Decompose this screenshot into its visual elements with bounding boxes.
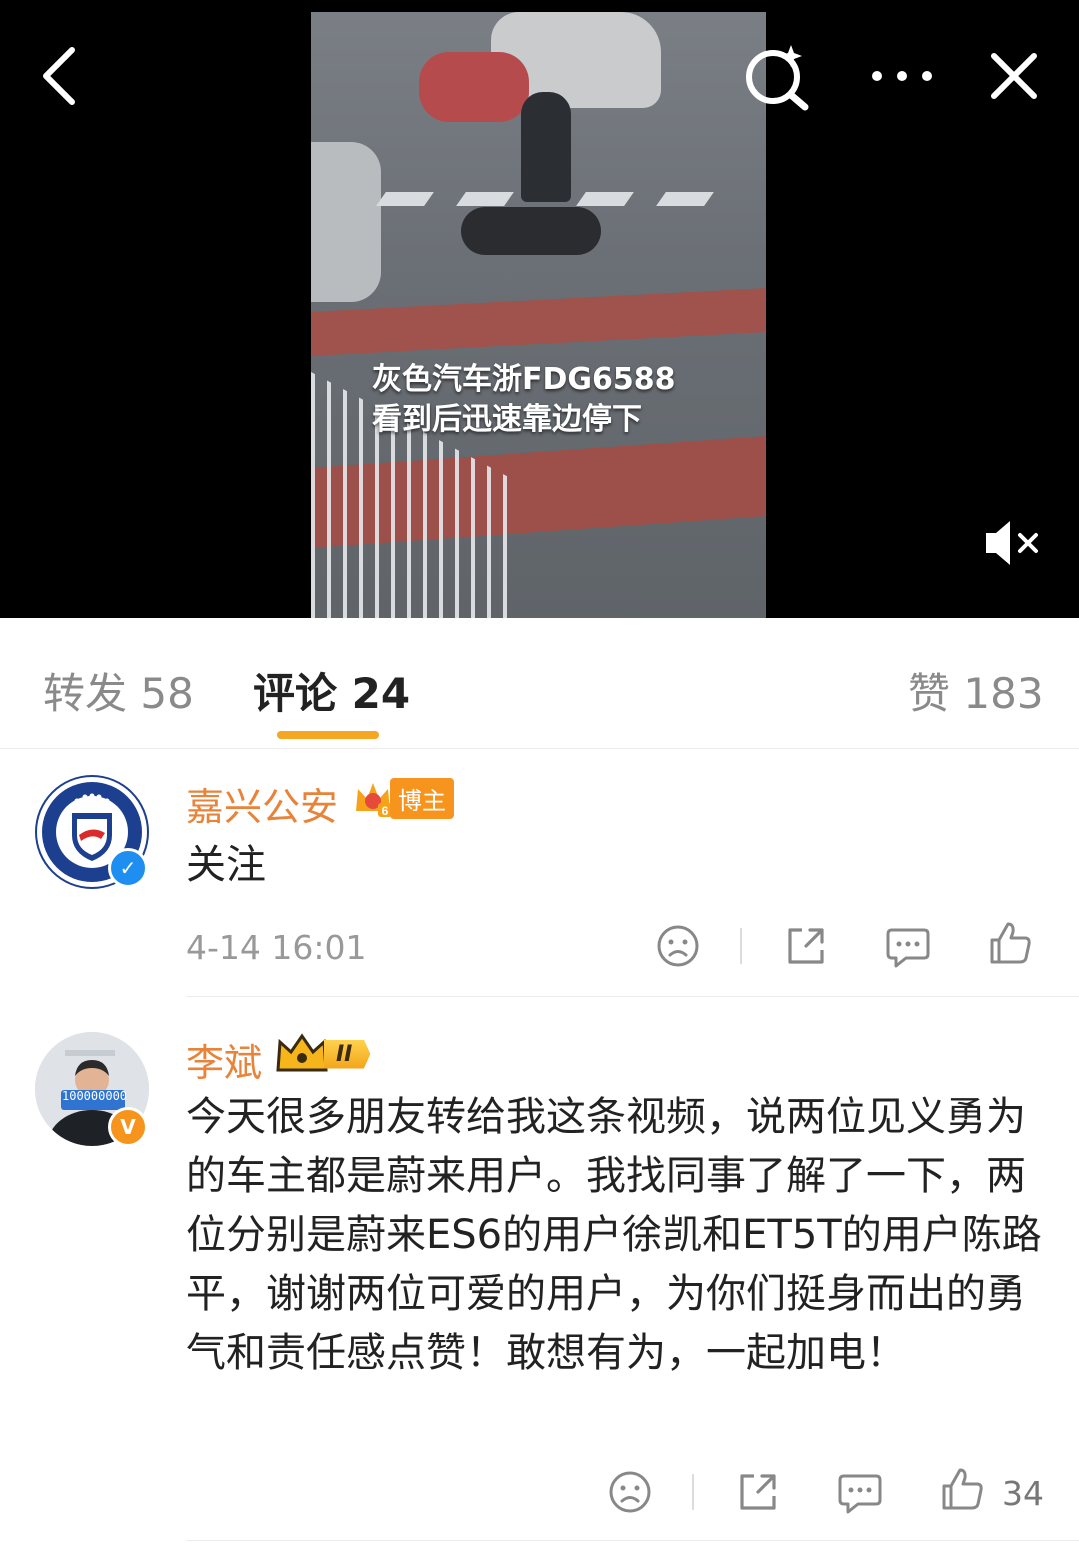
- video-caption-line2: 看到后迅速靠边停下: [372, 402, 642, 437]
- tab-bar: 转发 58 评论 24 赞 183: [0, 618, 1079, 749]
- tab-likes[interactable]: 赞 183: [908, 660, 1044, 721]
- share-icon[interactable]: [734, 1468, 782, 1516]
- like-icon[interactable]: [938, 1466, 986, 1514]
- tab-comments-label: 评论: [253, 669, 338, 718]
- video-frame: [311, 12, 766, 618]
- comment-username[interactable]: 嘉兴公安: [186, 776, 338, 831]
- comment-username[interactable]: 李斌: [186, 1032, 262, 1087]
- comment-icon[interactable]: [836, 1468, 884, 1516]
- comment-time: 4-14 16:01: [186, 928, 367, 967]
- blogger-badge: 6 博主: [352, 777, 454, 819]
- crown-icon: 6: [356, 783, 392, 818]
- video-player[interactable]: 灰色汽车浙FDG6588 看到后迅速靠边停下: [0, 0, 1079, 618]
- mute-icon: [986, 521, 1038, 565]
- mute-button[interactable]: [980, 515, 1044, 571]
- comment-text: 关注: [186, 842, 266, 888]
- verified-badge-icon: ✓: [108, 848, 148, 888]
- search-ai-icon: [746, 45, 809, 111]
- action-separator: [692, 1474, 694, 1510]
- badge-label: 博主: [390, 777, 454, 819]
- tab-comments-count: 24: [351, 669, 411, 718]
- comment-icon[interactable]: [884, 922, 932, 970]
- tab-reposts-label: 转发: [43, 669, 128, 718]
- share-icon[interactable]: [782, 922, 830, 970]
- back-icon: [43, 47, 75, 105]
- username-text: 嘉兴公安: [186, 785, 339, 829]
- comment-divider: [186, 996, 1079, 997]
- comment-text: 今天很多朋友转给我这条视频，说两位见义勇为的车主都是蔚来用户。我找同事了解了一下…: [186, 1094, 1042, 1376]
- avatar-sign-text: 100000000: [62, 1089, 126, 1103]
- action-separator: [740, 928, 742, 964]
- like-count: 34: [1002, 1474, 1044, 1513]
- dislike-icon[interactable]: [654, 922, 702, 970]
- comment-item: 100000000 V 李斌 II 今天很多朋友转给我这条视频，说两位见义勇为的…: [0, 1000, 1079, 1550]
- video-caption: 灰色汽车浙FDG6588 看到后迅速靠边停下: [372, 360, 676, 440]
- member-badge: II: [274, 1032, 371, 1076]
- close-button[interactable]: [978, 40, 1050, 112]
- username-text: 李斌: [186, 1041, 263, 1085]
- dislike-icon[interactable]: [606, 1468, 654, 1516]
- badge-level: 6: [382, 804, 389, 818]
- back-button[interactable]: [22, 40, 94, 112]
- close-icon: [991, 53, 1037, 99]
- search-ai-button[interactable]: [740, 40, 812, 112]
- badge-label: II: [324, 1039, 371, 1069]
- tab-likes-label: 赞: [908, 669, 951, 718]
- verified-badge-icon: V: [108, 1107, 148, 1147]
- tab-comments[interactable]: 评论 24: [253, 660, 410, 721]
- video-caption-line1: 灰色汽车浙FDG6588: [372, 362, 676, 397]
- more-icon: [872, 71, 932, 81]
- tab-likes-count: 183: [963, 669, 1044, 718]
- like-icon[interactable]: [986, 920, 1034, 968]
- tab-reposts-count: 58: [140, 669, 194, 718]
- more-button[interactable]: [866, 40, 938, 112]
- comment-divider: [186, 1540, 1079, 1541]
- comment-item: ✓ 嘉兴公安 6 博主 关注 4-14 16:01: [0, 748, 1079, 998]
- active-tab-indicator: [277, 731, 379, 739]
- tab-reposts[interactable]: 转发 58: [43, 660, 194, 721]
- gold-crown-icon: [276, 1033, 328, 1072]
